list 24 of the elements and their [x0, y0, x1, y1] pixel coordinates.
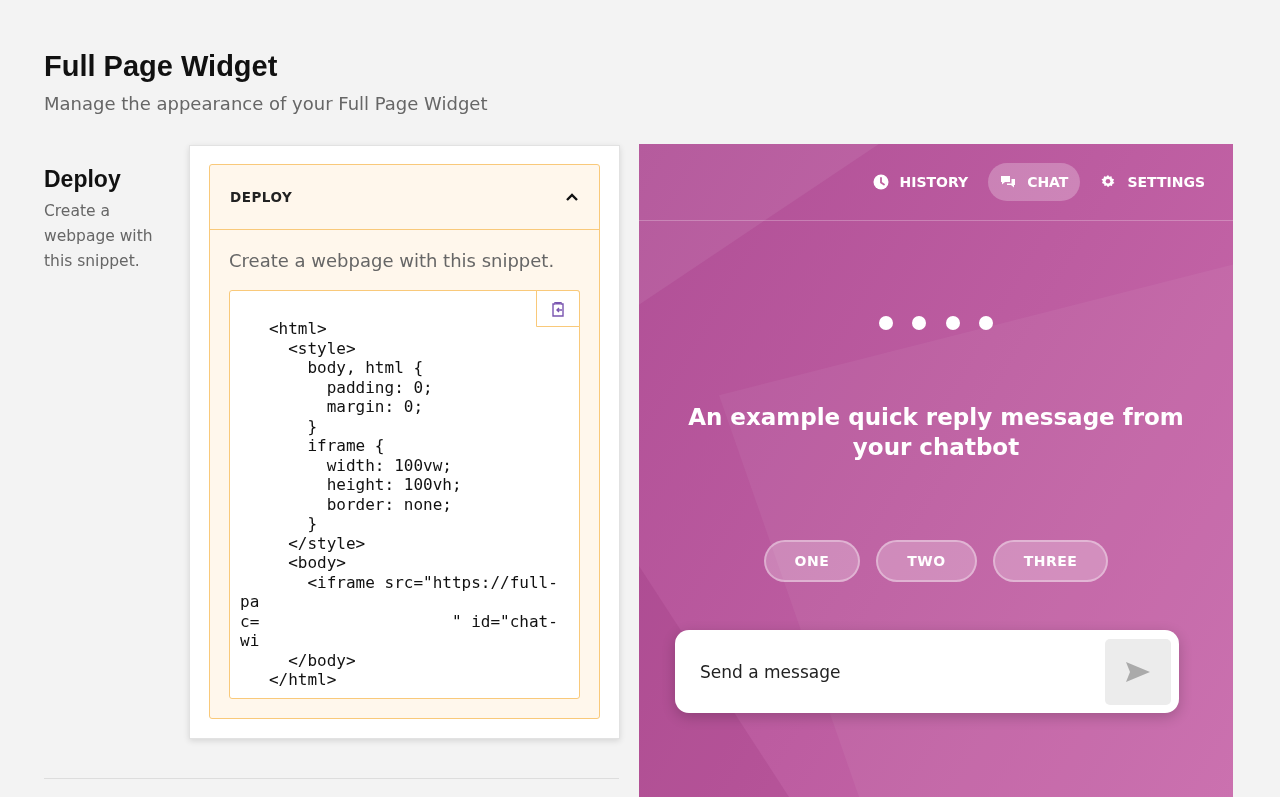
clock-icon	[872, 174, 889, 190]
send-button[interactable]	[1105, 638, 1171, 705]
chatbot-message: An example quick reply message from your chatbot	[687, 403, 1185, 462]
nav-tab[interactable]: CHAT	[988, 163, 1081, 201]
quick-reply-button[interactable]: TWO	[876, 540, 977, 582]
clipboard-icon	[551, 300, 565, 317]
copy-button[interactable]	[536, 290, 580, 327]
nav-tab[interactable]: HISTORY	[860, 163, 981, 201]
quick-reply-button[interactable]: THREE	[992, 540, 1109, 582]
quick-reply-button[interactable]: ONE	[763, 540, 861, 582]
accordion-title: DEPLOY	[230, 189, 293, 205]
message-input[interactable]: Send a message	[698, 660, 1105, 683]
typing-dots-icon	[878, 316, 994, 330]
page-title: Full Page Widget	[44, 50, 279, 83]
page-subtitle: Manage the appearance of your Full Page Widget	[44, 93, 489, 114]
nav-tab[interactable]: SETTINGS	[1088, 163, 1217, 201]
section-description: Create a webpage with this snippet.	[44, 201, 154, 272]
code-snippet: <html> <style> body, html { padding: 0; margin: 0; } iframe { width: 100vw; height: 100vh; border: none; } </style> <body> <iframe src="https://full- pa c= " id="chat- wi </body> </html>	[240, 319, 559, 690]
chat-icon	[1000, 174, 1017, 190]
settings-icon	[1100, 174, 1117, 190]
chevron-icon[interactable]	[565, 192, 579, 202]
send-icon	[1125, 660, 1151, 683]
section-title: Deploy	[44, 166, 122, 193]
snippet-description: Create a webpage with this snippet.	[229, 250, 556, 271]
